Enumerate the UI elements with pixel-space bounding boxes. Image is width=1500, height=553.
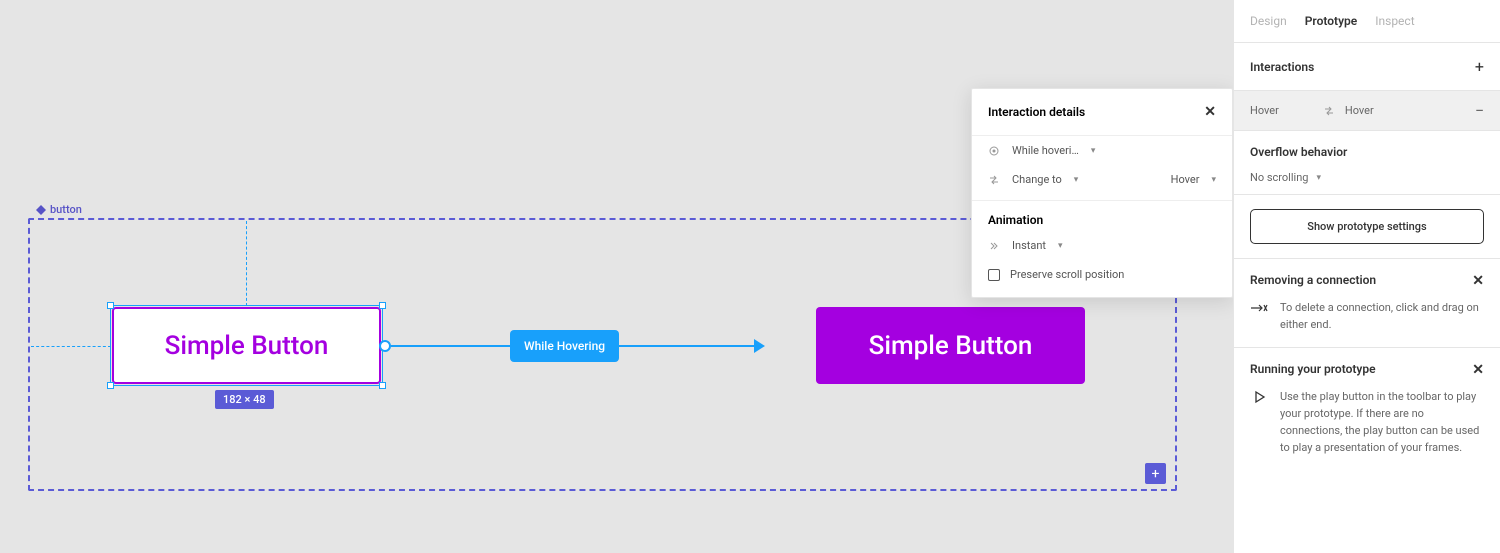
dimension-badge: 182 × 48 bbox=[215, 390, 274, 409]
interaction-trigger: Hover bbox=[1250, 104, 1279, 117]
play-icon bbox=[1250, 388, 1268, 404]
swap-icon bbox=[988, 174, 1002, 186]
help2-body: Use the play button in the toolbar to pl… bbox=[1280, 388, 1484, 456]
overflow-section: Overflow behavior No scrolling ▾ bbox=[1234, 131, 1500, 195]
chevron-down-icon: ▾ bbox=[1091, 146, 1096, 156]
vertical-guide bbox=[246, 221, 247, 306]
frame-label-text: button bbox=[50, 203, 82, 216]
swap-icon bbox=[1323, 105, 1337, 117]
help-removing-connection: Removing a connection ✕ To delete a conn… bbox=[1234, 259, 1500, 348]
chevron-down-icon: ▾ bbox=[1058, 241, 1063, 251]
button-hover-label: Simple Button bbox=[869, 331, 1033, 361]
preserve-scroll-checkbox-row[interactable]: Preserve scroll position bbox=[972, 260, 1232, 297]
popover-header: Interaction details ✕ bbox=[972, 89, 1232, 136]
help1-body: To delete a connection, click and drag o… bbox=[1280, 299, 1484, 333]
trigger-icon bbox=[988, 145, 1002, 157]
help2-heading: Running your prototype bbox=[1250, 362, 1376, 378]
action-label: Change to bbox=[1012, 173, 1062, 186]
frame-label[interactable]: button bbox=[36, 203, 82, 216]
interaction-details-popover[interactable]: Interaction details ✕ While hoveri… ▾ Ch… bbox=[971, 88, 1233, 298]
close-icon[interactable]: ✕ bbox=[1472, 273, 1484, 289]
chevron-down-icon: ▾ bbox=[1074, 175, 1079, 185]
component-icon bbox=[36, 205, 46, 215]
checkbox-unchecked[interactable] bbox=[988, 269, 1000, 281]
animation-dropdown[interactable]: Instant ▾ bbox=[972, 231, 1232, 260]
tab-inspect[interactable]: Inspect bbox=[1375, 14, 1414, 28]
variant-default-button[interactable]: Simple Button bbox=[112, 307, 381, 384]
interaction-target: Hover bbox=[1345, 104, 1374, 117]
variant-hover-button[interactable]: Simple Button bbox=[816, 307, 1085, 384]
overflow-heading: Overflow behavior bbox=[1250, 145, 1484, 159]
help1-heading: Removing a connection bbox=[1250, 273, 1376, 289]
action-target: Hover bbox=[1171, 173, 1200, 186]
show-prototype-settings-button[interactable]: Show prototype settings bbox=[1250, 209, 1484, 244]
prototype-connection-arrow[interactable] bbox=[754, 339, 765, 353]
close-icon[interactable]: ✕ bbox=[1472, 362, 1484, 378]
tab-prototype[interactable]: Prototype bbox=[1305, 14, 1358, 28]
horizontal-guide bbox=[31, 346, 111, 347]
prototype-connection-node[interactable] bbox=[379, 340, 391, 352]
trigger-dropdown[interactable]: While hoveri… ▾ bbox=[972, 136, 1232, 165]
add-interaction-button[interactable]: + bbox=[1475, 57, 1484, 76]
remove-interaction-button[interactable]: − bbox=[1475, 101, 1484, 120]
popover-title: Interaction details bbox=[988, 105, 1085, 119]
action-dropdown[interactable]: Change to ▾ Hover ▾ bbox=[972, 165, 1232, 194]
chevron-down-icon: ▾ bbox=[1211, 175, 1216, 185]
trigger-label: While hoveri… bbox=[1012, 144, 1079, 157]
overflow-value: No scrolling bbox=[1250, 171, 1308, 184]
help-running-prototype: Running your prototype ✕ Use the play bu… bbox=[1234, 348, 1500, 470]
animation-heading: Animation bbox=[972, 200, 1232, 231]
close-icon[interactable]: ✕ bbox=[1204, 104, 1216, 120]
animation-type: Instant bbox=[1012, 239, 1046, 252]
delete-connection-icon bbox=[1250, 299, 1268, 315]
interactions-section: Interactions + bbox=[1234, 43, 1500, 91]
preserve-scroll-label: Preserve scroll position bbox=[1010, 268, 1124, 281]
prototype-connection-badge[interactable]: While Hovering bbox=[510, 330, 619, 362]
interaction-row[interactable]: Hover Hover − bbox=[1234, 91, 1500, 131]
right-sidebar: Design Prototype Inspect Interactions + … bbox=[1233, 0, 1500, 553]
add-variant-button[interactable]: + bbox=[1145, 463, 1166, 484]
chevron-down-icon: ▾ bbox=[1316, 173, 1321, 183]
overflow-dropdown[interactable]: No scrolling ▾ bbox=[1250, 171, 1484, 184]
interactions-heading: Interactions bbox=[1250, 60, 1314, 74]
button-default-label: Simple Button bbox=[165, 331, 329, 361]
add-variant-plus: + bbox=[1152, 466, 1160, 482]
tab-design[interactable]: Design bbox=[1250, 14, 1287, 28]
sidebar-tabs: Design Prototype Inspect bbox=[1234, 0, 1500, 43]
instant-icon bbox=[988, 240, 1002, 252]
